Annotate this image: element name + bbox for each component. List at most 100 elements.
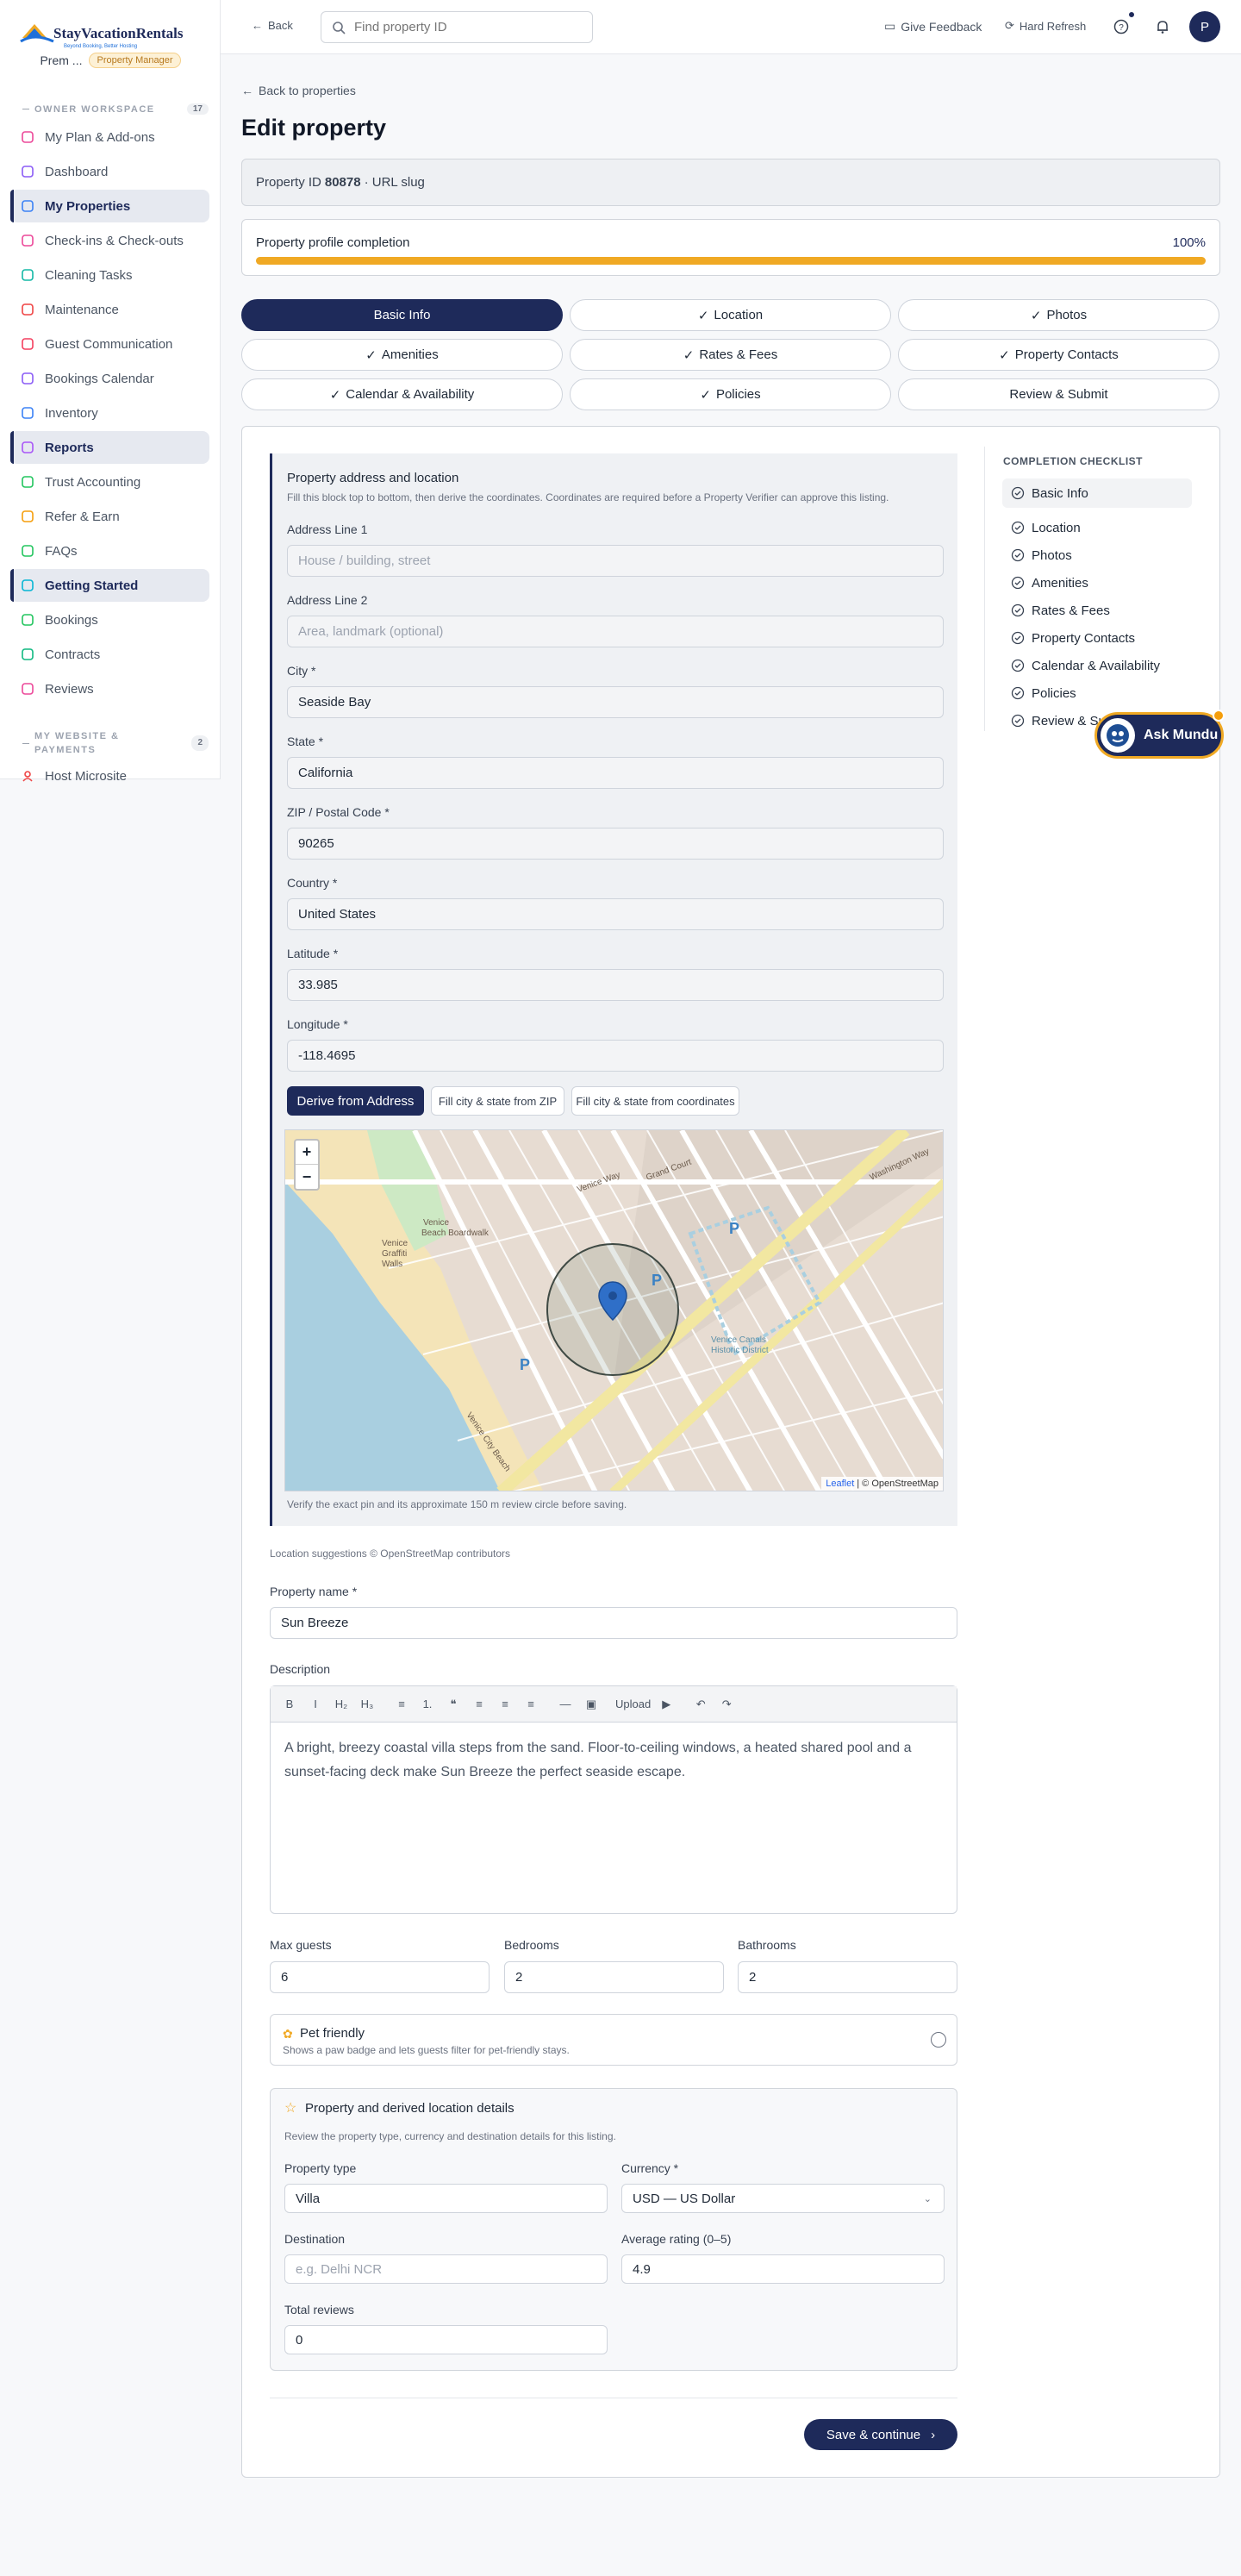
- sidebar-item-guest-communication[interactable]: Guest Communication: [10, 328, 209, 360]
- sidebar-item-faqs[interactable]: FAQs: [10, 535, 209, 567]
- currency-select[interactable]: USD — US Dollar ⌄: [621, 2184, 945, 2213]
- sidebar-item-my-properties[interactable]: My Properties: [10, 190, 209, 222]
- give-feedback-button[interactable]: ▭ Give Feedback: [884, 19, 982, 34]
- location-map[interactable]: Venice Beach Boardwalk Venice Graffiti W…: [284, 1129, 944, 1491]
- editor-tool-button[interactable]: Upload: [615, 1698, 651, 1710]
- editor-tool-button[interactable]: ↷: [716, 1698, 737, 1711]
- website-count-badge: 2: [191, 735, 209, 751]
- sidebar-item-maintenance[interactable]: Maintenance: [10, 293, 209, 326]
- tab-calendar-availability[interactable]: ✓ Calendar & Availability: [241, 378, 563, 410]
- field-input-zip-postal-code[interactable]: 90265: [287, 828, 944, 860]
- svg-text:Venice: Venice: [382, 1239, 408, 1248]
- tab-review-submit[interactable]: Review & Submit: [898, 378, 1219, 410]
- user-row[interactable]: Prem ... Property Manager: [0, 52, 221, 69]
- destination-input[interactable]: e.g. Delhi NCR: [284, 2254, 608, 2284]
- tab-location[interactable]: ✓ Location: [570, 299, 891, 331]
- sidebar-item-label: Reports: [45, 440, 94, 455]
- pet-friendly-radio[interactable]: [931, 2032, 946, 2048]
- checklist-item-location[interactable]: Location: [1002, 513, 1192, 542]
- sidebar-item-getting-started[interactable]: Getting Started: [10, 569, 209, 602]
- property-name-input[interactable]: Sun Breeze: [270, 1607, 957, 1639]
- tab-policies[interactable]: ✓ Policies: [570, 378, 891, 410]
- fill-from-zip-button[interactable]: Fill city & state from ZIP: [431, 1086, 564, 1116]
- sidebar-item-host-microsite[interactable]: Host Microsite: [10, 760, 209, 792]
- checklist-item-property-contacts[interactable]: Property Contacts: [1002, 623, 1192, 653]
- search-input[interactable]: [354, 20, 578, 34]
- checklist-item-photos[interactable]: Photos: [1002, 541, 1192, 570]
- checklist-item-basic-info[interactable]: Basic Info: [1002, 478, 1192, 508]
- tab-property-contacts[interactable]: ✓ Property Contacts: [898, 339, 1219, 371]
- checklist-item-rates-fees[interactable]: Rates & Fees: [1002, 596, 1192, 625]
- sidebar-item-bookings[interactable]: Bookings: [10, 603, 209, 636]
- editor-tool-button[interactable]: ≡: [521, 1698, 541, 1710]
- editor-tool-button[interactable]: ▣: [581, 1698, 602, 1711]
- editor-tool-button[interactable]: B: [279, 1698, 300, 1710]
- derive-from-address-button[interactable]: Derive from Address: [287, 1086, 424, 1116]
- tab-label: Amenities: [381, 347, 439, 362]
- bedrooms-input[interactable]: 2: [504, 1961, 724, 1993]
- editor-tool-button[interactable]: I: [305, 1698, 326, 1710]
- editor-tool-button[interactable]: ▶: [656, 1698, 677, 1711]
- field-input-latitude[interactable]: 33.985: [287, 969, 944, 1001]
- avatar[interactable]: P: [1189, 11, 1220, 42]
- brand-logo[interactable]: StayVacationRentals Beyond Booking, Bett…: [19, 16, 196, 52]
- editor-tool-button[interactable]: H₂: [331, 1698, 352, 1710]
- paw-icon: ✿: [283, 2027, 293, 2041]
- zoom-in-button[interactable]: +: [296, 1141, 318, 1165]
- pet-friendly-toggle-row[interactable]: ✿ Pet friendly Shows a paw badge and let…: [270, 2014, 957, 2066]
- sidebar-item-reports[interactable]: Reports: [10, 431, 209, 464]
- editor-tool-button[interactable]: H₃: [357, 1698, 377, 1710]
- tab-basic-info[interactable]: Basic Info: [241, 299, 563, 331]
- sidebar-item-dashboard[interactable]: Dashboard: [10, 155, 209, 188]
- zoom-out-button[interactable]: −: [296, 1165, 318, 1189]
- notifications-button[interactable]: [1150, 14, 1176, 40]
- back-to-properties-link[interactable]: ← Back to properties: [241, 84, 356, 97]
- editor-tool-button[interactable]: —: [555, 1698, 576, 1710]
- rating-input[interactable]: 4.9: [621, 2254, 945, 2284]
- editor-tool-button[interactable]: ≡: [469, 1698, 490, 1710]
- max-guests-input[interactable]: 6: [270, 1961, 490, 1993]
- field-input-address-line-1[interactable]: House / building, street: [287, 545, 944, 577]
- back-label: Back: [268, 19, 293, 32]
- hard-refresh-button[interactable]: ⟳ Hard Refresh: [1005, 19, 1086, 33]
- sidebar-item-cleaning-tasks[interactable]: Cleaning Tasks: [10, 259, 209, 291]
- tab-photos[interactable]: ✓ Photos: [898, 299, 1219, 331]
- sidebar-item-reviews[interactable]: Reviews: [10, 672, 209, 705]
- sidebar-item-inventory[interactable]: Inventory: [10, 397, 209, 429]
- website-section-header[interactable]: MY WEBSITE & PAYMENTS 2: [10, 729, 209, 757]
- editor-tool-button[interactable]: ↶: [690, 1698, 711, 1711]
- field-input-city[interactable]: Seaside Bay: [287, 686, 944, 718]
- sidebar-item-refer-earn[interactable]: Refer & Earn: [10, 500, 209, 533]
- tab-amenities[interactable]: ✓ Amenities: [241, 339, 563, 371]
- fill-from-coords-button[interactable]: Fill city & state from coordinates: [571, 1086, 739, 1116]
- owner-section-header[interactable]: OWNER WORKSPACE 17: [10, 103, 209, 115]
- editor-tool-button[interactable]: 1.: [417, 1698, 438, 1710]
- tab-rates-fees[interactable]: ✓ Rates & Fees: [570, 339, 891, 371]
- checklist-item-calendar-availability[interactable]: Calendar & Availability: [1002, 651, 1192, 680]
- sidebar-item-trust-accounting[interactable]: Trust Accounting: [10, 466, 209, 498]
- description-text[interactable]: A bright, breezy coastal villa steps fro…: [271, 1723, 957, 1798]
- sidebar-item-contracts[interactable]: Contracts: [10, 638, 209, 671]
- property-type-input[interactable]: Villa: [284, 2184, 608, 2213]
- sidebar-item-bookings-calendar[interactable]: Bookings Calendar: [10, 362, 209, 395]
- checklist-item-amenities[interactable]: Amenities: [1002, 568, 1192, 597]
- help-button[interactable]: ?: [1108, 10, 1136, 40]
- leaflet-link[interactable]: Leaflet: [826, 1479, 854, 1489]
- checklist-item-policies[interactable]: Policies: [1002, 678, 1192, 708]
- property-details-box: ☆ Property and derived location details …: [270, 2088, 957, 2371]
- bathrooms-input[interactable]: 2: [738, 1961, 957, 1993]
- ask-mundu-button[interactable]: Ask Mundu: [1094, 710, 1225, 759]
- editor-tool-button[interactable]: ≡: [391, 1698, 412, 1710]
- editor-tool-button[interactable]: ≡: [495, 1698, 515, 1710]
- field-input-country[interactable]: United States: [287, 898, 944, 930]
- save-continue-button[interactable]: Save & continue ›: [804, 2419, 957, 2450]
- field-input-longitude[interactable]: -118.4695: [287, 1040, 944, 1072]
- field-input-address-line-2[interactable]: Area, landmark (optional): [287, 616, 944, 647]
- sidebar-item-my-plan-add-ons[interactable]: My Plan & Add-ons: [10, 121, 209, 153]
- editor-tool-button[interactable]: ❝: [443, 1698, 464, 1711]
- total-reviews-input[interactable]: 0: [284, 2325, 608, 2354]
- field-input-state[interactable]: California: [287, 757, 944, 789]
- sidebar-item-check-ins-check-outs[interactable]: Check-ins & Check-outs: [10, 224, 209, 257]
- topbar-back-button[interactable]: ← Back: [252, 19, 293, 32]
- sidebar: StayVacationRentals Beyond Booking, Bett…: [0, 0, 221, 784]
